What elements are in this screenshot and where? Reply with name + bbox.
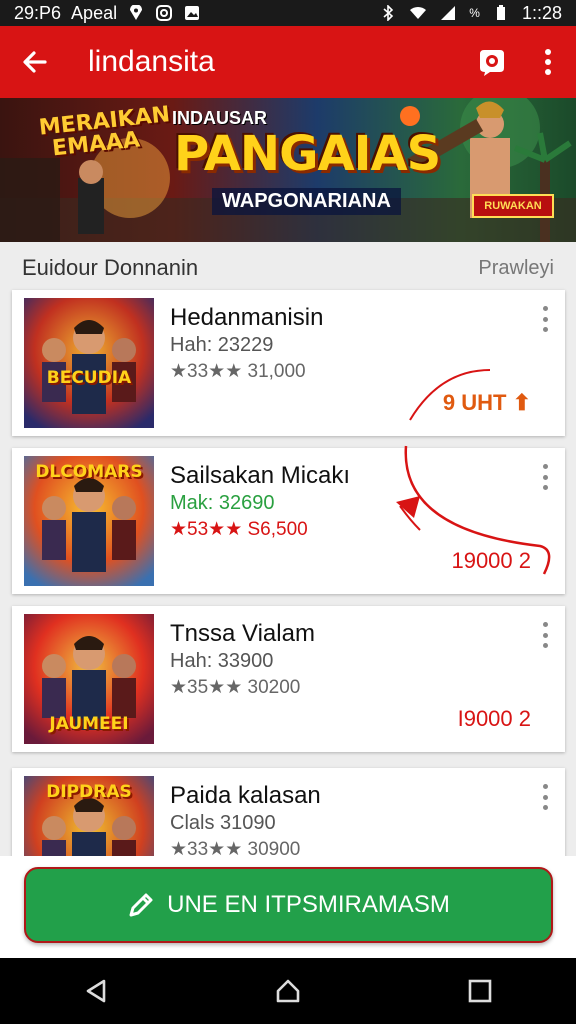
square-recent-icon xyxy=(468,979,492,1003)
item-meta: Hah: 33900 xyxy=(170,650,274,672)
item-rating-text: ★53★★ S6,500 xyxy=(170,519,308,540)
banner-subtitle: WAPGONARIANA xyxy=(212,188,401,215)
image-icon xyxy=(185,6,200,20)
system-nav-bar xyxy=(0,958,576,1024)
app-bar: lindansita xyxy=(0,26,576,98)
item-rating: ★33★★ 31,000 xyxy=(170,360,306,383)
camera-button[interactable] xyxy=(464,26,520,98)
item-more-button[interactable] xyxy=(535,622,555,648)
item-name: Sailsakan Micakı xyxy=(170,462,351,489)
thumbnail-title: DLCOMARS xyxy=(35,462,143,482)
item-meta: Hah: 23229 xyxy=(170,334,274,356)
camera-icon xyxy=(480,50,504,76)
status-time-right: 1::28 xyxy=(521,2,562,23)
section-header: Euidour Donnanin Prawleyi xyxy=(0,248,576,288)
battery-text: % xyxy=(469,6,480,20)
thumbnail-title: DIPDRAS xyxy=(46,782,132,802)
instagram-icon xyxy=(156,5,173,21)
status-bar: 29:P6 Apeal % 1::28 xyxy=(0,0,576,26)
pencil-icon xyxy=(129,893,153,917)
item-thumbnail: BECUDIA xyxy=(24,298,154,428)
annotation-arrow xyxy=(396,369,551,575)
wifi-icon xyxy=(410,6,427,19)
triangle-back-icon xyxy=(86,979,106,1003)
thumbnail-artwork xyxy=(24,298,154,428)
nav-recent-button[interactable] xyxy=(450,961,510,1021)
item-rating: ★53★★ S6,500 xyxy=(170,518,308,541)
thumbnail-title: BECUDIA xyxy=(46,368,132,388)
thumbnail-title: JAUMEEI xyxy=(49,714,129,734)
location-icon xyxy=(130,5,143,20)
list-item[interactable]: JAUMEEI Tnssa Vialam Hah: 33900 ★35★★ 30… xyxy=(12,606,565,752)
section-link[interactable]: Prawleyi xyxy=(478,257,554,280)
item-more-button[interactable] xyxy=(535,306,555,332)
banner-tag: RUWAKAN xyxy=(472,194,554,218)
battery-icon xyxy=(496,5,505,20)
item-thumbnail: DLCOMARS xyxy=(24,456,154,586)
circle-home-icon xyxy=(276,979,300,1003)
item-rating: ★35★★ 30200 xyxy=(170,676,300,699)
item-meta: Clals 31090 xyxy=(170,812,276,834)
more-options-button[interactable] xyxy=(520,26,576,98)
item-meta: Mak: 32690 xyxy=(170,492,275,514)
promo-banner[interactable]: MERAIKAN EMAAA INDAUSAR PANGAIAS WAPGONA… xyxy=(0,98,576,242)
page-title: lindansita xyxy=(88,45,215,78)
signal-icon xyxy=(441,6,456,20)
nav-back-button[interactable] xyxy=(66,961,126,1021)
item-name: Tnssa Vialam xyxy=(170,620,315,647)
status-time: 29:P6 xyxy=(14,2,62,23)
item-name: Hedanmanisin xyxy=(170,304,324,331)
item-rating-text: ★35★★ 30200 xyxy=(170,677,301,698)
more-vert-icon xyxy=(545,49,551,75)
section-title: Euidour Donnanin xyxy=(22,255,199,280)
primary-action-button[interactable]: UNE EN ITPSMIRAMASM xyxy=(24,867,553,943)
bluetooth-icon xyxy=(383,5,394,21)
banner-title: PANGAIAS xyxy=(174,126,441,182)
item-price: I9000 2 xyxy=(457,706,531,731)
status-carrier: Apeal xyxy=(71,2,118,23)
item-rating-text: ★33★★ 31,000 xyxy=(170,361,306,382)
nav-home-button[interactable] xyxy=(258,961,318,1021)
item-thumbnail: JAUMEEI xyxy=(24,614,154,744)
arrow-left-icon xyxy=(23,51,47,73)
item-name: Paida kalasan xyxy=(170,782,321,809)
item-more-button[interactable] xyxy=(535,784,555,810)
back-button[interactable] xyxy=(0,26,70,98)
primary-action-label: UNE EN ITPSMIRAMASM xyxy=(167,891,450,918)
